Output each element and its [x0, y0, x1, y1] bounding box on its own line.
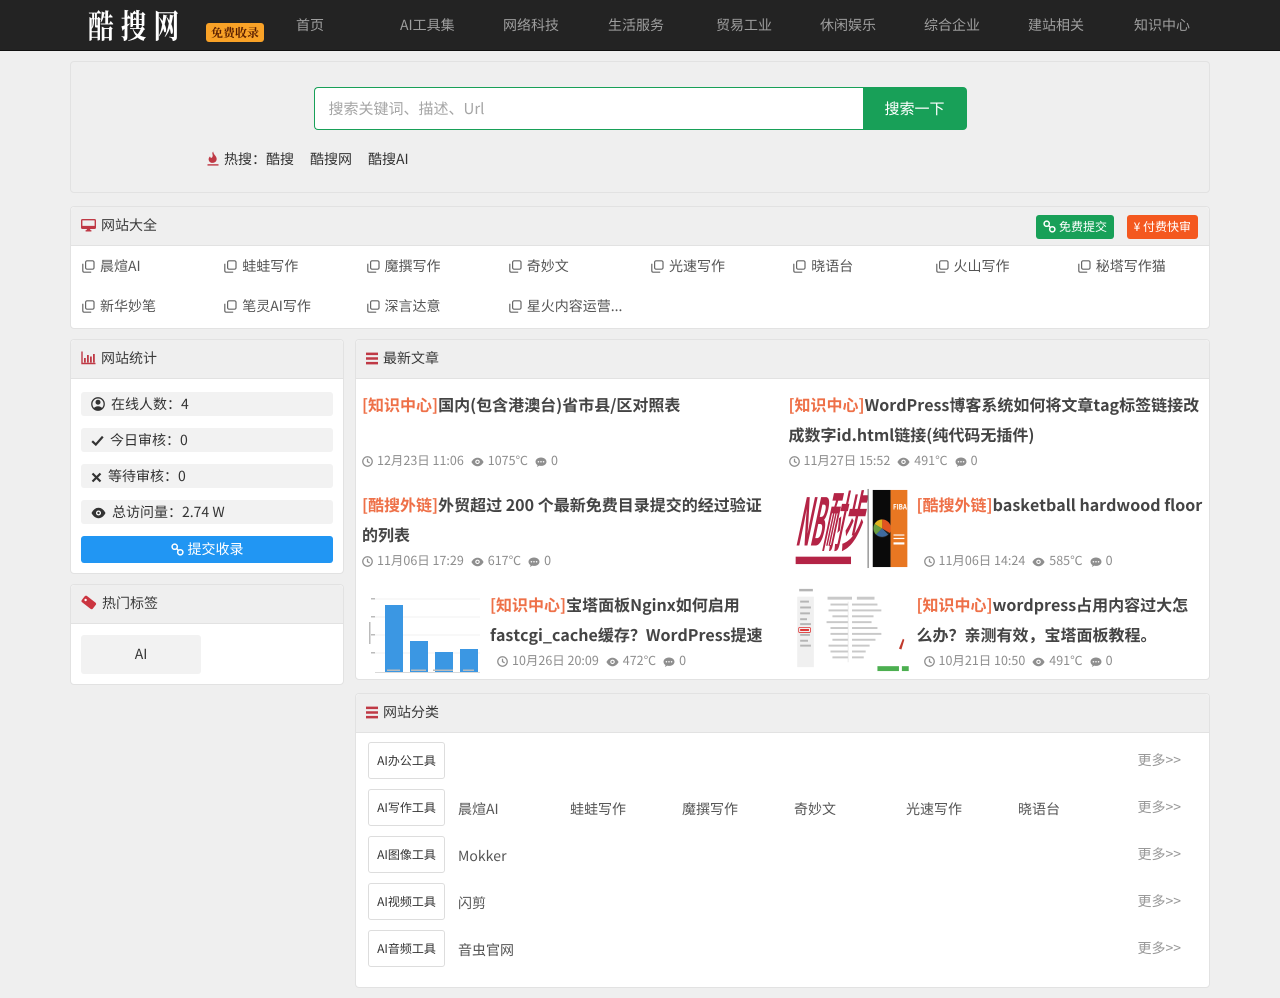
svg-text:FIBA: FIBA	[893, 502, 907, 513]
